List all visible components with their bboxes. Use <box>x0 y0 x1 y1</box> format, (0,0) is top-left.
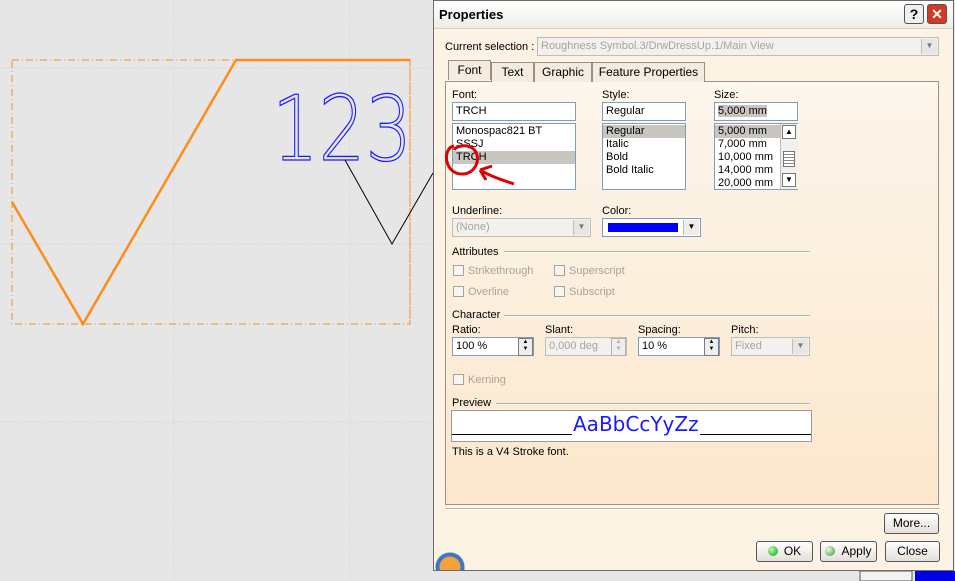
tab-text[interactable]: Text <box>491 62 534 82</box>
chevron-down-icon[interactable]: ▼ <box>792 339 808 354</box>
kerning-checkbox[interactable] <box>453 374 464 385</box>
strikethrough-label: Strikethrough <box>468 265 534 277</box>
slant-spinner-icon[interactable]: ▲ ▼ <box>611 338 626 356</box>
dialog-titlebar[interactable]: Properties ? ✕ <box>434 1 953 29</box>
apply-button[interactable]: Apply <box>820 541 877 562</box>
font-input[interactable]: TRCH <box>452 102 576 121</box>
font-list-item[interactable]: Monospac821 BT <box>453 125 575 138</box>
scroll-down-icon[interactable]: ▼ <box>782 173 796 187</box>
superscript-checkbox[interactable] <box>554 265 565 276</box>
spacing-value: 10 % <box>642 340 668 352</box>
bottom-separator <box>446 508 940 510</box>
strikethrough-checkbox[interactable] <box>453 265 464 276</box>
pitch-value: Fixed <box>735 340 762 352</box>
close-button[interactable]: Close <box>885 541 940 562</box>
overline-label: Overline <box>468 286 509 298</box>
ok-led-icon <box>767 546 778 556</box>
tab-graphic[interactable]: Graphic <box>534 62 592 82</box>
ratio-spinner-icon[interactable]: ▲ ▼ <box>518 338 533 356</box>
chevron-down-icon[interactable]: ▼ <box>921 39 937 54</box>
slant-label: Slant: <box>545 324 574 336</box>
scroll-thumb[interactable] <box>783 151 795 167</box>
preview-title: Preview <box>452 397 492 409</box>
style-list-item[interactable]: Italic <box>603 138 685 151</box>
current-selection-label: Current selection : <box>445 41 535 53</box>
apply-button-label: Apply <box>841 544 872 558</box>
current-selection-value: Roughness Symbol.3/DrwDressUp.1/Main Vie… <box>541 40 774 52</box>
style-list-item-selected[interactable]: Regular <box>603 125 685 138</box>
attributes-title: Attributes <box>452 246 499 258</box>
style-label: Style: <box>602 89 630 101</box>
size-list-scrollbar[interactable]: ▲ ▼ <box>780 124 798 189</box>
chevron-down-icon[interactable]: ▼ <box>573 220 589 235</box>
tab-feature-properties[interactable]: Feature Properties <box>592 62 705 82</box>
annotation-circle-icon <box>445 144 515 186</box>
color-label: Color: <box>602 205 632 217</box>
subscript-checkbox[interactable] <box>554 286 565 297</box>
close-icon[interactable]: ✕ <box>927 4 947 24</box>
underline-value: (None) <box>456 221 490 233</box>
ok-button[interactable]: OK <box>756 541 813 562</box>
roughness-symbol-text[interactable]: 123 <box>271 76 412 182</box>
more-button[interactable]: More... <box>884 513 939 534</box>
chevron-down-icon[interactable]: ▼ <box>683 220 699 235</box>
color-swatch <box>608 223 678 232</box>
superscript-label: Superscript <box>569 265 625 277</box>
color-dropdown[interactable]: ▼ <box>602 218 701 237</box>
ok-button-label: OK <box>783 544 802 558</box>
subscript-label: Subscript <box>569 286 615 298</box>
tab-font[interactable]: Font <box>448 60 491 80</box>
size-list-item-selected[interactable]: 5,000 mm <box>715 125 780 138</box>
kerning-label: Kerning <box>468 374 506 386</box>
style-list[interactable]: Regular Italic Bold Bold Italic <box>602 123 686 190</box>
app-logo-icon <box>435 540 485 570</box>
spacing-spinner-icon[interactable]: ▲ ▼ <box>704 338 719 356</box>
style-input[interactable]: Regular <box>602 102 686 121</box>
preview-separator <box>496 403 810 405</box>
preview-description: This is a V4 Stroke font. <box>452 446 569 458</box>
underline-label: Underline: <box>452 205 503 217</box>
ratio-value: 100 % <box>456 340 488 352</box>
pitch-dropdown[interactable]: Fixed ▼ <box>731 337 810 356</box>
size-input[interactable]: 5,000 mm <box>714 102 798 121</box>
current-selection-field[interactable]: Roughness Symbol.3/DrwDressUp.1/Main Vie… <box>537 37 939 56</box>
ratio-label: Ratio: <box>452 324 481 336</box>
spacing-label: Spacing: <box>638 324 681 336</box>
character-separator <box>504 315 810 317</box>
style-list-item[interactable]: Bold <box>603 151 685 164</box>
font-label: Font: <box>452 89 478 101</box>
help-button[interactable]: ? <box>904 4 924 24</box>
slant-value: 0,000 deg <box>549 340 598 352</box>
style-list-item[interactable]: Bold Italic <box>603 164 685 177</box>
pitch-label: Pitch: <box>731 324 759 336</box>
preview-box: AaBbCcYyZz <box>451 410 812 442</box>
underline-dropdown[interactable]: (None) ▼ <box>452 218 591 237</box>
character-title: Character <box>452 309 501 321</box>
canvas-corner-blue <box>915 571 955 581</box>
size-label: Size: <box>714 89 739 101</box>
overline-checkbox[interactable] <box>453 286 464 297</box>
size-input-value: 5,000 mm <box>718 105 767 117</box>
scroll-up-icon[interactable]: ▲ <box>782 125 796 139</box>
apply-led-icon <box>825 546 836 556</box>
dialog-title: Properties <box>439 7 504 22</box>
attributes-separator <box>504 251 810 253</box>
preview-sample-text: AaBbCcYyZz <box>572 412 700 436</box>
canvas-corner-widget <box>859 570 913 581</box>
